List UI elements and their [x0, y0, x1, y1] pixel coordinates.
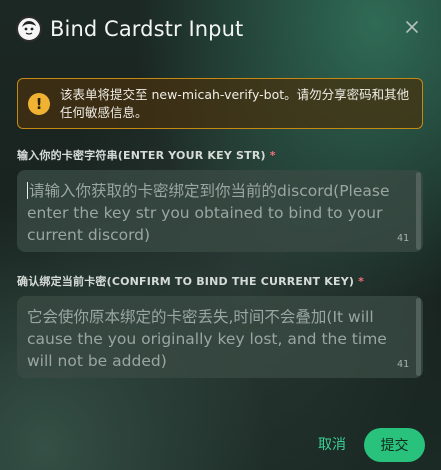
- field-label-text: 确认绑定当前卡密(CONFIRM TO BIND THE CURRENT KEY…: [17, 275, 355, 288]
- char-counter: 41: [396, 359, 409, 370]
- close-button[interactable]: [403, 18, 421, 36]
- required-mark: *: [358, 275, 365, 288]
- warning-notice: ! 该表单将提交至 new-micah-verify-bot。请勿分享密码和其他…: [17, 78, 423, 129]
- field-label-confirm: 确认绑定当前卡密(CONFIRM TO BIND THE CURRENT KEY…: [17, 273, 364, 289]
- cancel-button[interactable]: 取消: [318, 431, 346, 459]
- char-counter: 41: [396, 233, 409, 244]
- field-label-key-str: 输入你的卡密字符串(ENTER YOUR KEY STR) *: [17, 147, 276, 163]
- notice-text: 该表单将提交至 new-micah-verify-bot。请勿分享密码和其他任何…: [60, 86, 410, 120]
- modal-dialog: Bind Cardstr Input ! 该表单将提交至 new-micah-v…: [0, 0, 441, 470]
- confirm-input[interactable]: 它会使你原本绑定的卡密丢失,时间不会叠加(It will cause the y…: [17, 296, 423, 378]
- warning-icon: !: [28, 92, 50, 115]
- confirm-placeholder: 它会使你原本绑定的卡密丢失,时间不会叠加(It will cause the y…: [27, 308, 387, 370]
- field-label-text: 输入你的卡密字符串(ENTER YOUR KEY STR): [17, 149, 266, 162]
- dialog-title: Bind Cardstr Input: [50, 17, 244, 41]
- dialog-header: Bind Cardstr Input: [16, 14, 243, 44]
- avatar-icon: [16, 16, 42, 42]
- required-mark: *: [269, 149, 276, 162]
- key-str-input[interactable]: 请输入你获取的卡密绑定到你当前的discord(Please enter the…: [17, 170, 423, 252]
- close-icon: [406, 21, 418, 33]
- key-str-placeholder: 请输入你获取的卡密绑定到你当前的discord(Please enter the…: [27, 180, 397, 246]
- submit-button[interactable]: 提交: [364, 428, 425, 462]
- scrollbar[interactable]: [416, 172, 421, 250]
- scrollbar[interactable]: [416, 298, 421, 376]
